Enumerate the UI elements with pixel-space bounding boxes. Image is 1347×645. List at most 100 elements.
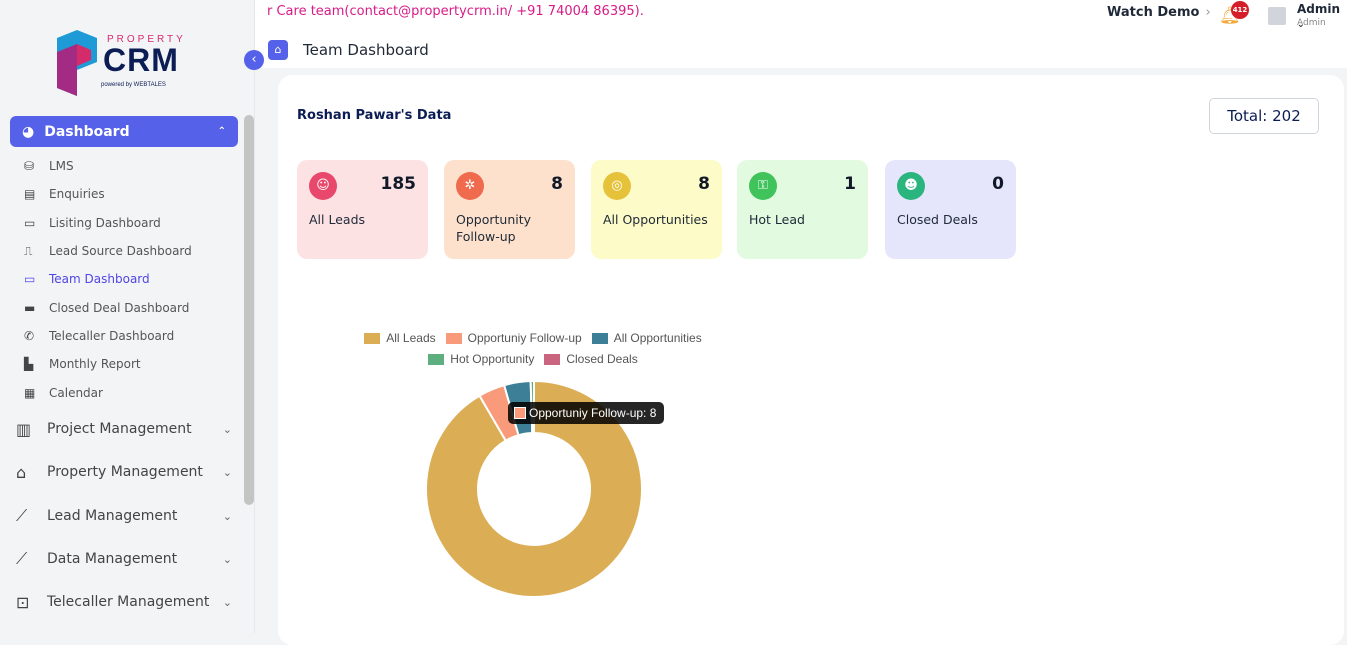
stat-card-opportunity-follow-up[interactable]: ✲ 8 Opportunity Follow-up: [444, 160, 575, 259]
brand-name: CRM: [103, 42, 179, 78]
sidebar-group-label: Property Management: [47, 464, 203, 480]
sidebar-item-closed-deal-dashboard[interactable]: ▬ Closed Deal Dashboard: [24, 293, 192, 321]
legend-swatch: [544, 353, 561, 365]
chevron-down-icon: ⌄: [222, 552, 232, 566]
house-icon: ⌂: [16, 462, 27, 482]
sidebar-group-label: Data Management: [47, 551, 178, 567]
sidebar-scrollbar[interactable]: [244, 115, 254, 505]
sidebar-item-dashboard[interactable]: ◕ Dashboard ⌃: [10, 116, 238, 147]
chart-tooltip: Opportuniy Follow-up: 8: [508, 402, 665, 424]
stat-value: 0: [992, 174, 1004, 194]
calendar-icon: ▦: [24, 385, 36, 400]
card-title: Roshan Pawar's Data: [297, 108, 452, 123]
stat-card-closed-deals[interactable]: ☻ 0 Closed Deals: [885, 160, 1016, 259]
key-icon: ⚿: [749, 172, 777, 200]
sidebar-item-telecaller-dashboard[interactable]: ✆ Telecaller Dashboard: [24, 322, 192, 350]
stat-value: 8: [551, 174, 563, 194]
sidebar-item-label: LMS: [49, 159, 74, 174]
collapse-sidebar-button[interactable]: ‹: [244, 50, 264, 70]
chart-line-icon: ⟋: [16, 549, 28, 568]
brand-logo[interactable]: PROPERTY CRM powered by WEBTALES: [55, 30, 195, 98]
chart-legend: All Leads Opportuniy Follow-up All Oppor…: [278, 331, 788, 373]
watch-demo-link[interactable]: Watch Demo ›: [1107, 5, 1211, 20]
sidebar-group-property-management[interactable]: ⌂ Property Management ⌄: [16, 460, 232, 484]
chevron-down-icon: ⌄: [222, 595, 232, 609]
chat-icon: ⊡: [16, 592, 30, 612]
legend-swatch: [445, 332, 462, 344]
legend-label: All Leads: [386, 331, 436, 345]
database-icon: ⛁: [24, 159, 35, 174]
file-icon: ▙: [24, 357, 34, 372]
users-icon: ☺: [309, 172, 337, 200]
notification-badge: 412: [1231, 1, 1249, 19]
logo-mark-icon: [57, 30, 97, 96]
sidebar-group-lead-management[interactable]: ⟋ Lead Management ⌄: [16, 504, 232, 528]
stat-label: Opportunity Follow-up: [456, 212, 532, 244]
sidebar-group-project-management[interactable]: ▥ Project Management ⌄: [16, 417, 232, 441]
sidebar-group-telecaller-management[interactable]: ⊡ Telecaller Management ⌄: [16, 590, 232, 614]
team-data-card: Roshan Pawar's Data Total: 202 ☺ 185 All…: [278, 75, 1344, 645]
sidebar-item-label: Team Dashboard: [49, 272, 150, 287]
sidebar-item-label: Dashboard: [44, 123, 130, 140]
chevron-left-icon: ‹: [251, 52, 257, 67]
sidebar-item-label: Enquiries: [49, 187, 105, 202]
page-title: Team Dashboard: [303, 41, 429, 59]
support-marquee: r Care team(contact@propertycrm.in/ +91 …: [267, 4, 644, 19]
sidebar-item-label: Lead Source Dashboard: [49, 244, 192, 259]
sidebar-group-data-management[interactable]: ⟋ Data Management ⌄: [16, 547, 232, 571]
sidebar-group-label: Lead Management: [47, 508, 178, 524]
chevron-down-icon: ⌄: [222, 422, 232, 436]
sidebar-group-label: Project Management: [47, 421, 192, 437]
legend-swatch: [591, 332, 608, 344]
user-name: Admin: [1297, 2, 1341, 16]
building-icon: ▥: [16, 419, 32, 439]
legend-label: Hot Opportunity: [450, 352, 535, 366]
stat-card-hot-lead[interactable]: ⚿ 1 Hot Lead: [737, 160, 868, 259]
sidebar-item-label: Monthly Report: [49, 357, 141, 372]
home-icon[interactable]: ⌂: [268, 40, 288, 60]
sidebar-item-listing-dashboard[interactable]: ▭ Lisiting Dashboard: [24, 209, 192, 237]
watch-demo-label: Watch Demo: [1107, 5, 1200, 20]
chevron-down-icon: ⌄: [222, 509, 232, 523]
legend-swatch: [364, 332, 381, 344]
avatar[interactable]: [1268, 7, 1286, 25]
tooltip-swatch: [514, 407, 526, 419]
stat-card-all-leads[interactable]: ☺ 185 All Leads: [297, 160, 428, 259]
sidebar-item-label: Calendar: [49, 385, 103, 400]
legend-label: All Opportunities: [613, 331, 702, 345]
sidebar-item-enquiries[interactable]: ▤ Enquiries: [24, 180, 192, 208]
legend-item[interactable]: Hot Opportunity: [428, 352, 534, 366]
legend-swatch: [428, 353, 445, 365]
screen-icon: ▭: [24, 272, 36, 287]
stat-value: 1: [844, 174, 856, 194]
document-icon: ▤: [24, 187, 36, 202]
tv-icon: ⎍: [24, 243, 33, 258]
sidebar: PROPERTY CRM powered by WEBTALES ◕ Dashb…: [0, 0, 255, 633]
tooltip-text: Opportuniy Follow-up: 8: [529, 406, 657, 420]
handshake-icon: ☻: [897, 172, 925, 200]
chevron-down-icon: ⌄: [222, 465, 232, 479]
sidebar-item-lms[interactable]: ⛁ LMS: [24, 152, 192, 180]
legend-item[interactable]: All Leads: [364, 331, 436, 345]
sidebar-item-lead-source-dashboard[interactable]: ⎍ Lead Source Dashboard: [24, 237, 192, 265]
legend-item[interactable]: Opportuniy Follow-up: [445, 331, 582, 345]
legend-item[interactable]: All Opportunities: [591, 331, 702, 345]
stat-label: All Opportunities: [603, 212, 708, 227]
sidebar-item-label: Closed Deal Dashboard: [49, 300, 190, 315]
phone-icon: ✆: [24, 328, 35, 343]
stat-value: 185: [380, 174, 417, 194]
user-role: Admin: [1297, 18, 1326, 28]
stat-label: Hot Lead: [749, 212, 805, 227]
sidebar-item-label: Lisiting Dashboard: [49, 215, 161, 230]
network-icon: ✲: [456, 172, 484, 200]
legend-item[interactable]: Closed Deals: [544, 352, 638, 366]
sidebar-item-team-dashboard[interactable]: ▭ Team Dashboard: [24, 265, 192, 293]
stat-value: 8: [698, 174, 710, 194]
sidebar-item-calendar[interactable]: ▦ Calendar: [24, 378, 192, 406]
stat-card-all-opportunities[interactable]: ◎ 8 All Opportunities: [591, 160, 722, 259]
total-badge: Total: 202: [1209, 98, 1319, 134]
sidebar-item-monthly-report[interactable]: ▙ Monthly Report: [24, 350, 192, 378]
top-bar: r Care team(contact@propertycrm.in/ +91 …: [255, 0, 1347, 68]
target-icon: ◎: [603, 172, 631, 200]
sidebar-item-label: Telecaller Dashboard: [49, 328, 175, 343]
